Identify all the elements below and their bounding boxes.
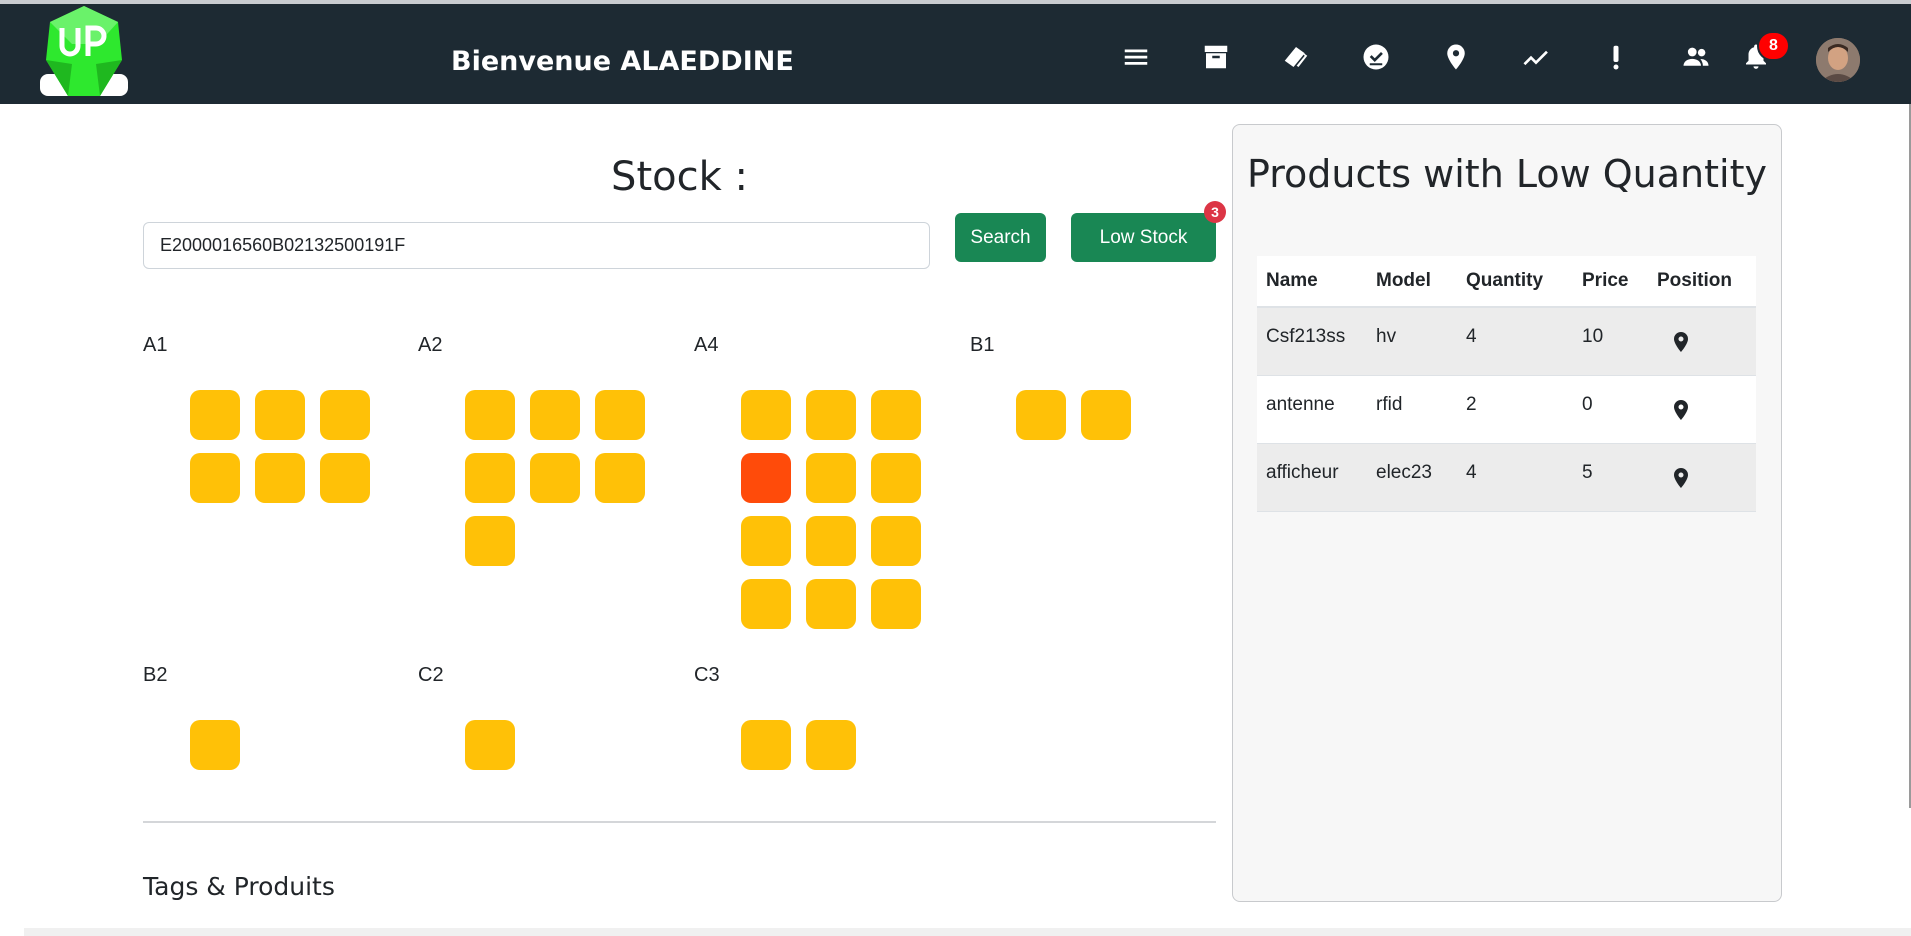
welcome-title: Bienvenue ALAEDDINE [451,46,794,77]
top-navbar: Bienvenue ALAEDDINE 8 [0,4,1911,104]
table-row: Csf213ss hv 4 10 [1257,307,1756,376]
rack-slot-a4[interactable] [871,579,921,629]
menu-icon[interactable] [1119,40,1153,74]
col-position: Position [1648,256,1756,308]
avatar[interactable] [1816,38,1860,82]
rack-slot-b2[interactable] [190,720,240,770]
app-logo[interactable] [38,4,130,100]
rack-slot-c3[interactable] [806,720,856,770]
table-header-row: Name Model Quantity Price Position [1257,256,1756,308]
rack-slot-a4[interactable] [806,579,856,629]
rack-slot-a2[interactable] [595,390,645,440]
table-row: antenne rfid 2 0 [1257,375,1756,444]
cell-price: 0 [1573,375,1648,444]
low-quantity-title: Products with Low Quantity [1247,152,1767,196]
rack-slot-a4[interactable] [871,516,921,566]
rack-slot-a2[interactable] [465,453,515,503]
cell-model: rfid [1367,375,1457,444]
rack-label-c2: C2 [418,664,444,686]
cell-model: hv [1367,307,1457,376]
notification-count-badge: 8 [1757,31,1790,61]
rack-slot-a1[interactable] [255,453,305,503]
cell-position [1648,307,1756,376]
rack-slot-b1[interactable] [1016,390,1066,440]
page-title: Stock : [611,154,748,200]
rack-slot-a2[interactable] [530,453,580,503]
rack-slot-a1[interactable] [190,453,240,503]
rack-slot-a1[interactable] [255,390,305,440]
tags-icon[interactable] [1279,40,1313,74]
cell-model: elec23 [1367,443,1457,512]
rack-label-c3: C3 [694,664,720,686]
table-row: afficheur elec23 4 5 [1257,443,1756,512]
cell-position [1648,443,1756,512]
location-pin-icon[interactable] [1669,466,1693,490]
col-name: Name [1257,256,1367,308]
exclamation-icon[interactable] [1599,40,1633,74]
cell-name: afficheur [1257,443,1367,512]
rack-slot-a4[interactable] [741,390,791,440]
low-quantity-table: Name Model Quantity Price Position Csf21… [1257,256,1756,512]
rack-slot-a4[interactable] [806,453,856,503]
rack-slot-a4[interactable] [806,390,856,440]
check-circle-icon[interactable] [1359,40,1393,74]
cell-quantity: 4 [1457,443,1573,512]
rack-slot-c3[interactable] [741,720,791,770]
bottom-strip [24,928,1911,936]
col-quantity: Quantity [1457,256,1573,308]
search-button[interactable]: Search [955,213,1046,262]
rack-slot-a1[interactable] [190,390,240,440]
low-stock-button[interactable]: Low Stock [1071,213,1216,262]
rack-slot-a1[interactable] [320,390,370,440]
rack-slot-a2[interactable] [595,453,645,503]
low-stock-count-badge: 3 [1204,201,1226,223]
low-quantity-panel [1232,124,1782,902]
rack-slot-a2[interactable] [465,390,515,440]
location-pin-icon[interactable] [1439,40,1473,74]
rack-slot-a1[interactable] [320,453,370,503]
rack-slot-a4[interactable] [806,516,856,566]
rack-slot-a4[interactable] [741,453,791,503]
rack-label-a4: A4 [694,334,719,356]
search-input[interactable] [143,222,930,269]
cell-price: 5 [1573,443,1648,512]
rack-label-b1: B1 [970,334,995,356]
section-divider [143,821,1216,823]
cell-name: antenne [1257,375,1367,444]
rack-label-b2: B2 [143,664,168,686]
cell-name: Csf213ss [1257,307,1367,376]
trend-line-icon[interactable] [1519,40,1553,74]
rack-label-a2: A2 [418,334,443,356]
rack-label-a1: A1 [143,334,168,356]
rack-slot-a4[interactable] [871,453,921,503]
rack-slot-a4[interactable] [741,516,791,566]
col-price: Price [1573,256,1648,308]
rack-slot-a2[interactable] [530,390,580,440]
col-model: Model [1367,256,1457,308]
users-icon[interactable] [1679,40,1713,74]
location-pin-icon[interactable] [1669,398,1693,422]
cell-quantity: 2 [1457,375,1573,444]
rack-slot-b1[interactable] [1081,390,1131,440]
location-pin-icon[interactable] [1669,330,1693,354]
rack-slot-a4[interactable] [871,390,921,440]
tags-section-title: Tags & Produits [143,872,335,901]
cell-quantity: 4 [1457,307,1573,376]
rack-slot-c2[interactable] [465,720,515,770]
cell-price: 10 [1573,307,1648,376]
rack-slot-a2[interactable] [465,516,515,566]
archive-icon[interactable] [1199,40,1233,74]
cell-position [1648,375,1756,444]
rack-slot-a4[interactable] [741,579,791,629]
